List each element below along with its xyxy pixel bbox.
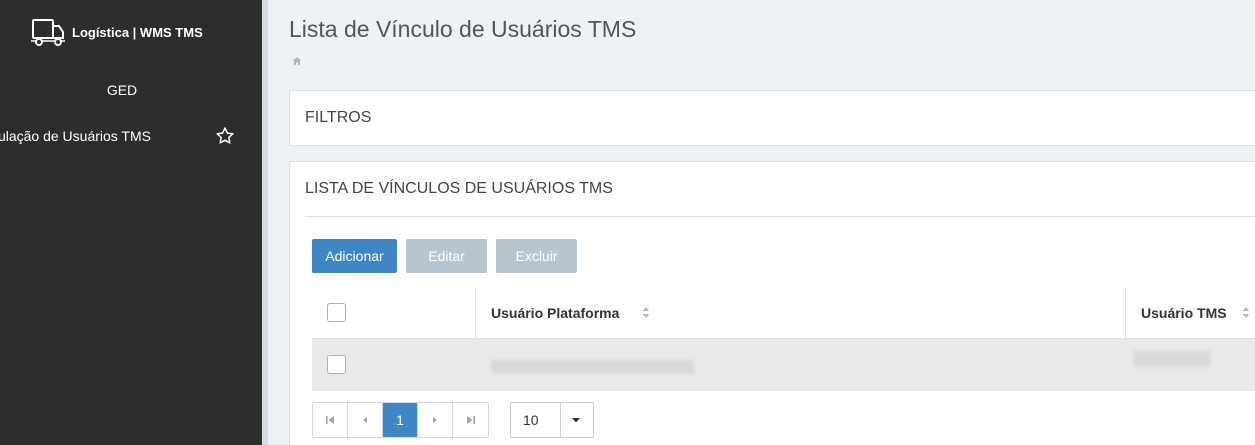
first-page-icon xyxy=(326,416,334,424)
usuario-tms-cell xyxy=(1134,351,1210,367)
star-outline-icon[interactable] xyxy=(215,126,235,146)
next-page-button[interactable] xyxy=(418,403,453,437)
page-size-value: 10 xyxy=(523,412,539,428)
column-header-usuario-tms[interactable]: Usuário TMS xyxy=(1141,305,1227,321)
truck-icon xyxy=(31,19,65,46)
table-row[interactable] xyxy=(312,339,1255,391)
edit-button[interactable]: Editar xyxy=(406,239,487,273)
page-title: Lista de Vínculo de Usuários TMS xyxy=(289,16,637,42)
list-panel: LISTA DE VÍNCULOS DE USUÁRIOS TMS Adicio… xyxy=(289,161,1255,445)
usuario-plataforma-cell xyxy=(491,360,694,374)
sidebar-item-ged[interactable]: GED xyxy=(0,82,244,98)
sidebar: Logística | WMS TMS GED Vinculação de Us… xyxy=(0,0,262,445)
delete-button[interactable]: Excluir xyxy=(496,239,577,273)
filters-panel-title[interactable]: FILTROS xyxy=(305,109,371,127)
row-checkbox[interactable] xyxy=(327,355,346,374)
column-separator xyxy=(1125,287,1126,339)
home-icon[interactable] xyxy=(292,56,302,66)
first-page-button[interactable] xyxy=(313,403,348,437)
table-header: Usuário Plataforma Usuário TMS xyxy=(312,287,1255,339)
caret-down-icon[interactable] xyxy=(570,416,582,424)
divider xyxy=(305,216,1255,217)
pagination: 1 xyxy=(312,402,489,438)
select-all-checkbox[interactable] xyxy=(327,303,346,322)
sidebar-item-label: Vinculação de Usuários TMS xyxy=(0,128,151,144)
page-number-button[interactable]: 1 xyxy=(383,403,418,437)
last-page-icon xyxy=(466,416,475,424)
page-size-select[interactable]: 10 xyxy=(510,402,594,438)
last-page-button[interactable] xyxy=(453,403,488,437)
column-separator xyxy=(475,287,476,339)
sort-icon[interactable] xyxy=(642,306,650,319)
users-table: Usuário Plataforma Usuário TMS xyxy=(312,287,1255,391)
next-page-icon xyxy=(433,417,437,423)
sidebar-item-vinculacao[interactable]: Vinculação de Usuários TMS xyxy=(0,126,262,146)
sort-icon[interactable] xyxy=(1242,306,1250,319)
previous-page-icon xyxy=(363,417,367,423)
main-content: Lista de Vínculo de Usuários TMS FILTROS… xyxy=(268,0,1255,445)
add-button[interactable]: Adicionar xyxy=(312,239,397,273)
filters-panel[interactable]: FILTROS xyxy=(289,90,1255,146)
list-panel-title: LISTA DE VÍNCULOS DE USUÁRIOS TMS xyxy=(305,180,613,197)
column-header-usuario-plataforma[interactable]: Usuário Plataforma xyxy=(491,305,619,321)
brand[interactable]: Logística | WMS TMS xyxy=(31,17,203,47)
previous-page-button[interactable] xyxy=(348,403,383,437)
brand-title: Logística | WMS TMS xyxy=(72,24,203,40)
divider xyxy=(560,403,561,437)
